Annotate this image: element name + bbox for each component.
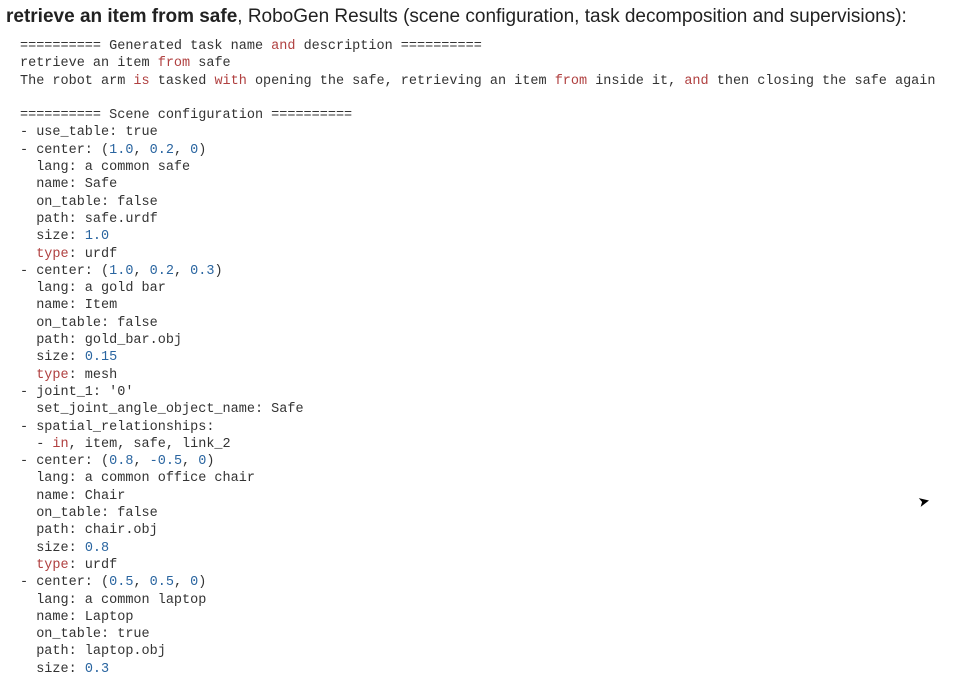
safe-n2: 0.2 xyxy=(150,143,174,158)
title-rest: , RoboGen Results (scene configuration, … xyxy=(237,6,907,27)
kw-from-2: from xyxy=(555,74,587,89)
desc-d: inside it, xyxy=(587,74,684,89)
item-n1: 1.0 xyxy=(109,264,133,279)
kw-from-1: from xyxy=(158,56,190,71)
safe-size-a: size: xyxy=(20,229,85,244)
spatial-item-a: - xyxy=(20,437,52,452)
kw-and-2: and xyxy=(684,74,708,89)
item-type-b: : mesh xyxy=(69,368,118,383)
laptop-on-table: on_table: true xyxy=(20,627,150,642)
desc-e: then closing the safe again xyxy=(709,74,936,89)
chair-name: name: Chair xyxy=(20,489,125,504)
item-size-n: 0.15 xyxy=(85,350,117,365)
laptop-lang: lang: a common laptop xyxy=(20,593,206,608)
laptop-n1: 0.5 xyxy=(109,575,133,590)
kw-and-1: and xyxy=(271,39,295,54)
use-table-line: - use_table: true xyxy=(20,125,158,140)
laptop-path: path: laptop.obj xyxy=(20,644,166,659)
sep-line-1a: ========== Generated task name xyxy=(20,39,271,54)
spatial-item-b: , item, safe, link_2 xyxy=(69,437,231,452)
desc-b: tasked xyxy=(150,74,215,89)
sep-line-2: ========== Scene configuration =========… xyxy=(20,108,352,123)
item-lang: lang: a gold bar xyxy=(20,281,166,296)
laptop-size-n: 0.3 xyxy=(85,662,109,677)
chair-type-kw: type xyxy=(36,558,68,573)
set-joint-line: set_joint_angle_object_name: Safe xyxy=(20,402,304,417)
joint-line: - joint_1: '0' xyxy=(20,385,133,400)
item-on-table: on_table: false xyxy=(20,316,158,331)
safe-type-b: : urdf xyxy=(69,247,118,262)
chair-on-table: on_table: false xyxy=(20,506,158,521)
chair-lang: lang: a common office chair xyxy=(20,471,255,486)
desc-c: opening the safe, retrieving an item xyxy=(247,74,555,89)
item-path: path: gold_bar.obj xyxy=(20,333,182,348)
task-name-a: retrieve an item xyxy=(20,56,158,71)
desc-a: The robot arm xyxy=(20,74,133,89)
chair-type-b: : urdf xyxy=(69,558,118,573)
safe-size-n: 1.0 xyxy=(85,229,109,244)
item-n2: 0.2 xyxy=(150,264,174,279)
laptop-center-a: - center: ( xyxy=(20,575,109,590)
safe-lang: lang: a common safe xyxy=(20,160,190,175)
item-n3: 0.3 xyxy=(190,264,214,279)
spatial-line: - spatial_relationships: xyxy=(20,420,214,435)
safe-name: name: Safe xyxy=(20,177,117,192)
page-title: retrieve an item from safe, RoboGen Resu… xyxy=(0,0,960,30)
safe-on-table: on_table: false xyxy=(20,195,158,210)
task-name-b: safe xyxy=(190,56,231,71)
item-type-kw: type xyxy=(36,368,68,383)
sep-line-1b: description ========== xyxy=(295,39,481,54)
chair-n1: 0.8 xyxy=(109,454,133,469)
chair-size-n: 0.8 xyxy=(85,541,109,556)
kw-with: with xyxy=(214,74,246,89)
title-bold: retrieve an item from safe xyxy=(6,6,237,27)
laptop-size-a: size: xyxy=(20,662,85,677)
item-center-a: - center: ( xyxy=(20,264,109,279)
kw-in: in xyxy=(52,437,68,452)
safe-type-kw: type xyxy=(36,247,68,262)
item-name: name: Item xyxy=(20,298,117,313)
laptop-n2: 0.5 xyxy=(150,575,174,590)
code-output: ========== Generated task name and descr… xyxy=(0,30,960,686)
kw-is: is xyxy=(133,74,149,89)
laptop-name: name: Laptop xyxy=(20,610,133,625)
chair-path: path: chair.obj xyxy=(20,523,158,538)
safe-n1: 1.0 xyxy=(109,143,133,158)
safe-center-a: - center: ( xyxy=(20,143,109,158)
chair-n2: -0.5 xyxy=(150,454,182,469)
safe-path: path: safe.urdf xyxy=(20,212,158,227)
chair-size-a: size: xyxy=(20,541,85,556)
chair-center-a: - center: ( xyxy=(20,454,109,469)
item-size-a: size: xyxy=(20,350,85,365)
